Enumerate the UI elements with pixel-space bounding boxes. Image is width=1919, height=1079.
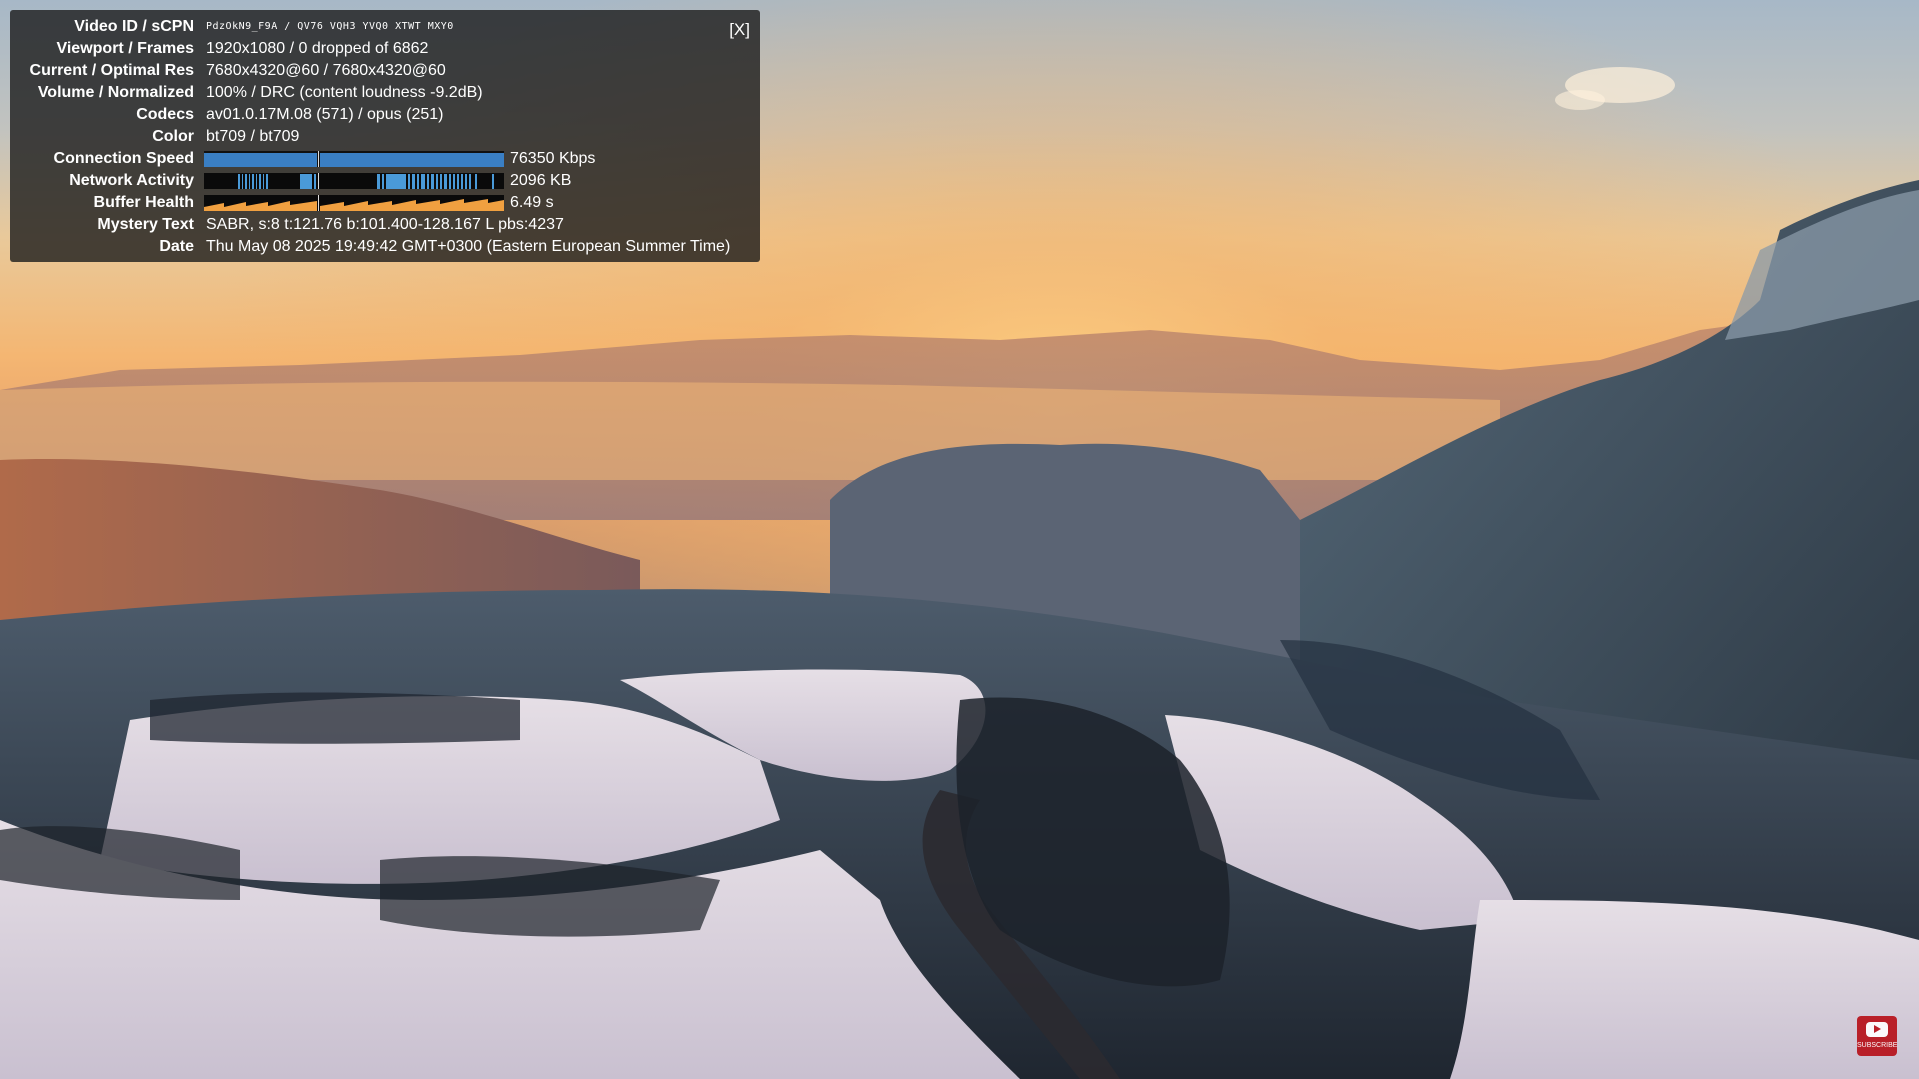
stats-label: Date — [159, 238, 194, 255]
stats-value[interactable]: 1920x1080 / 0 dropped of 6862 — [206, 38, 428, 60]
stats-value[interactable]: 100% / DRC (content loudness -9.2dB) — [206, 82, 483, 104]
subscribe-label: SUBSCRIBE — [1857, 1042, 1898, 1049]
stats-label: Viewport / Frames — [56, 40, 194, 57]
stats-value[interactable]: bt709 / bt709 — [206, 126, 299, 148]
stats-value[interactable]: Thu May 08 2025 19:49:42 GMT+0300 (Easte… — [206, 236, 730, 258]
connection-speed-graph — [204, 151, 504, 167]
stats-label: Codecs — [136, 106, 194, 123]
network-activity-graph — [204, 173, 504, 189]
stats-label: Buffer Health — [93, 194, 194, 211]
stats-value[interactable]: SABR, s:8 t:121.76 b:101.400-128.167 L p… — [206, 214, 564, 236]
close-stats-button[interactable]: [X] — [729, 20, 750, 40]
buffer-health-graph — [204, 195, 504, 211]
stats-label: Color — [152, 128, 194, 145]
subscribe-button[interactable]: SUBSCRIBE — [1857, 1016, 1897, 1056]
stats-label: Current / Optimal Res — [29, 62, 194, 79]
stats-label: Mystery Text — [97, 216, 194, 233]
stats-label: Volume / Normalized — [37, 84, 194, 101]
youtube-play-icon — [1866, 1022, 1888, 1037]
stats-value[interactable]: PdzOkN9_F9A / QV76 VQH3 YVQ0 XTWT MXY0 — [206, 16, 454, 38]
stats-for-nerds-panel: [X] Video ID / sCPN PdzOkN9_F9A / QV76 V… — [10, 10, 760, 262]
stats-label: Video ID / sCPN — [74, 18, 194, 35]
stats-value[interactable]: 2096 KB — [510, 170, 571, 192]
stats-label: Network Activity — [69, 172, 194, 189]
stats-label: Connection Speed — [53, 150, 194, 167]
stats-value[interactable]: 76350 Kbps — [510, 148, 595, 170]
stats-value[interactable]: av01.0.17M.08 (571) / opus (251) — [206, 104, 443, 126]
stats-value[interactable]: 6.49 s — [510, 192, 554, 214]
stats-value[interactable]: 7680x4320@60 / 7680x4320@60 — [206, 60, 446, 82]
